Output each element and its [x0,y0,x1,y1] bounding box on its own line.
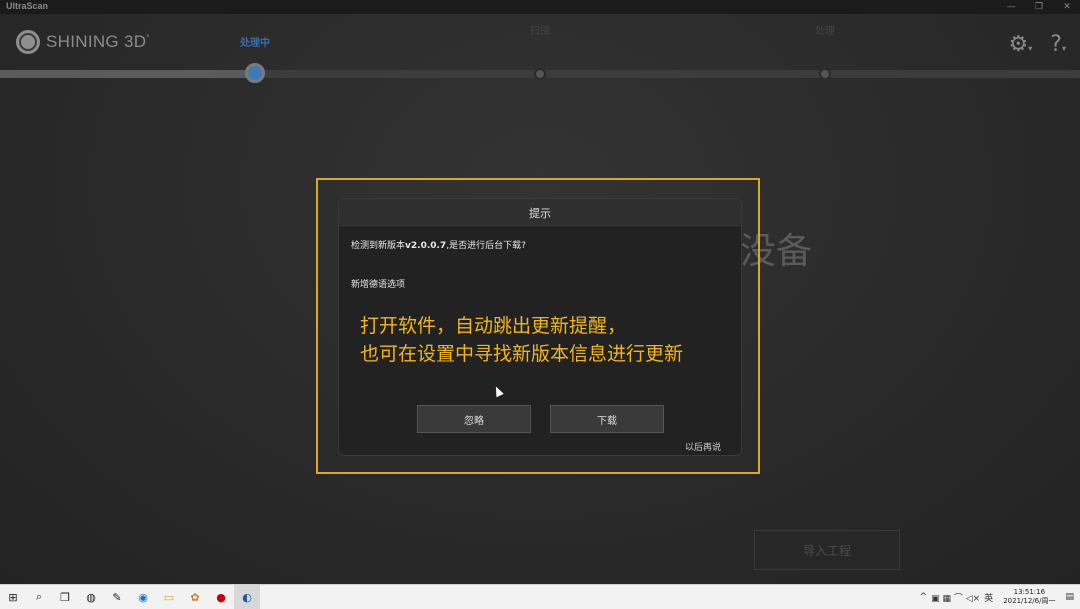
step-label-process: 处理 [815,26,835,37]
step-dot-processing[interactable] [245,63,265,83]
dialog-message: 检测到新版本v2.0.0.7,是否进行后台下载? [351,241,526,251]
window-controls: — ❐ ✕ [1006,0,1072,14]
brand-name: SHINING 3D° [46,32,150,51]
minimize-button[interactable]: — [1006,2,1016,12]
remind-later-link[interactable]: 以后再说 [685,440,721,453]
input-language[interactable]: 英 [984,591,993,604]
window-titlebar: UltraScan — ❐ ✕ [0,0,1080,14]
taskbar-clock[interactable]: 13:51:16 2021/12/6/周一 [1003,588,1055,606]
step-label-scan: 扫描 [530,26,550,37]
step-dot-process[interactable] [819,65,831,80]
feature-note: 新增德语选项 [351,280,406,290]
background-device-text: 没备 [740,231,813,272]
brand-logo: SHINING 3D° [16,30,150,54]
progress-fill [0,70,255,78]
annotation-text: 打开软件，自动跳出更新提醒， 也可在设置中寻找新版本信息进行更新 [360,315,684,365]
app-2-icon[interactable]: ✎ [104,585,130,609]
version-number: v2.0.0.7 [405,241,447,251]
task-view-icon[interactable]: ❐ [52,585,78,609]
download-button[interactable]: 下载 [550,405,664,433]
maximize-button[interactable]: ❐ [1034,2,1044,12]
windows-taskbar: ⊞ ⌕ ❐ ◍ ✎ ◉ ▭ ✿ ● ◐ ^ ▣ ▦ ⌒ ◁× 英 13:51:1… [0,584,1080,609]
search-icon[interactable]: ⌕ [26,585,52,609]
tray-chevron-icon[interactable]: ^ [920,592,928,602]
step-dot-scan[interactable] [534,65,546,80]
top-toolbar: ⚙▾ ?▾ [1009,32,1066,57]
ignore-button[interactable]: 忽略 [417,405,531,433]
record-icon[interactable]: ● [208,585,234,609]
tray-icons[interactable]: ▣ ▦ ⌒ ◁× [931,591,980,604]
app-3-icon[interactable]: ✿ [182,585,208,609]
ultrascan-taskbar-icon[interactable]: ◐ [234,585,260,609]
taskbar-apps: ⊞ ⌕ ❐ ◍ ✎ ◉ ▭ ✿ ● ◐ [0,585,260,609]
dialog-title: 提示 [339,199,741,228]
import-project-button[interactable]: 导入工程 [754,530,900,570]
app-1-icon[interactable]: ◍ [78,585,104,609]
help-icon[interactable]: ?▾ [1050,32,1066,57]
step-label-processing: 处理中 [240,38,270,49]
file-explorer-icon[interactable]: ▭ [156,585,182,609]
window-title: UltraScan [6,1,49,11]
globe-icon [16,30,40,54]
system-tray: ^ ▣ ▦ ⌒ ◁× 英 13:51:16 2021/12/6/周一 ▤ [920,585,1080,609]
notification-icon[interactable]: ▤ [1065,592,1074,602]
start-icon[interactable]: ⊞ [0,585,26,609]
edge-icon[interactable]: ◉ [130,585,156,609]
settings-icon[interactable]: ⚙▾ [1009,32,1033,57]
progress-track [0,63,1080,83]
close-button[interactable]: ✕ [1062,2,1072,12]
